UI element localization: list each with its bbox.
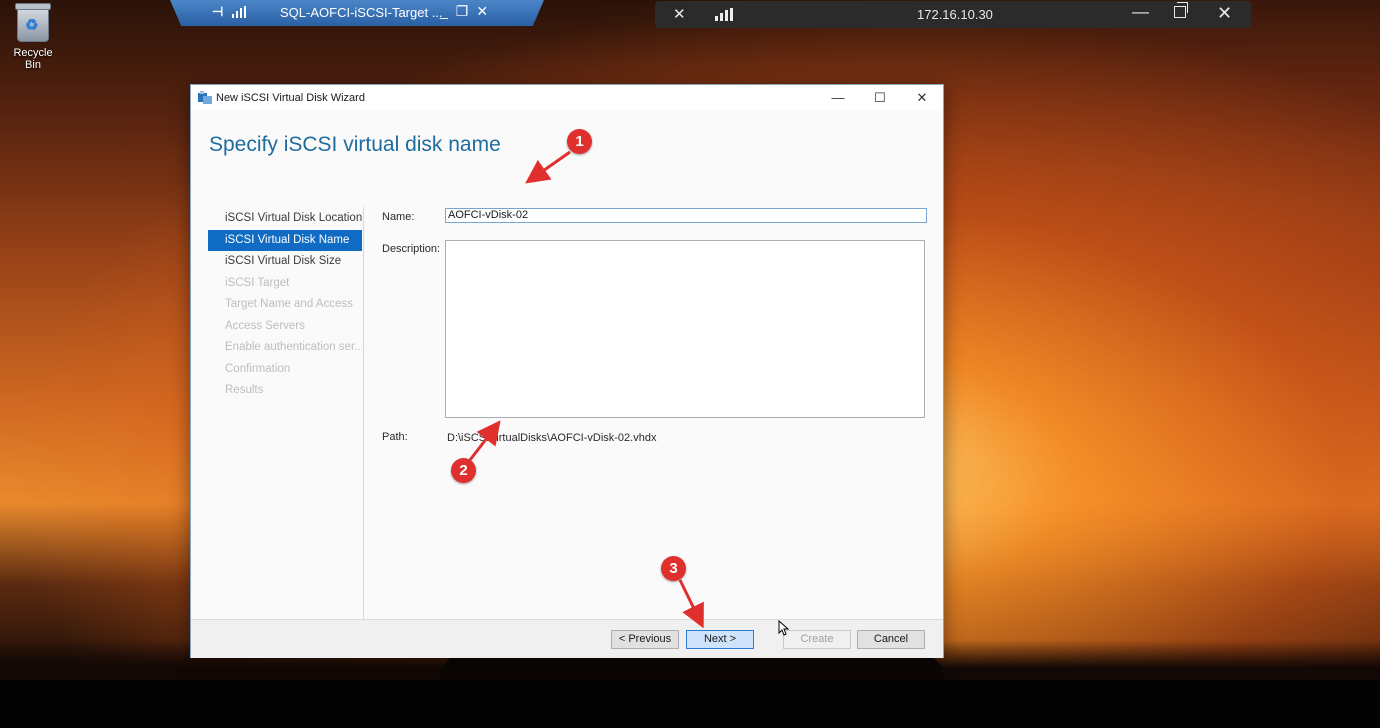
wizard-title-bar[interactable]: New iSCSI Virtual Disk Wizard — ☐ ✕	[191, 85, 943, 111]
unpin-icon[interactable]: ✕	[673, 5, 686, 23]
step-confirmation: Confirmation	[225, 362, 291, 375]
connection-quality-icon[interactable]	[715, 8, 733, 21]
nav-divider	[363, 207, 364, 623]
rdp-window-buttons: _❐✕	[440, 3, 496, 20]
server-manager-icon	[198, 91, 212, 104]
wizard-maximize-button[interactable]: ☐	[859, 87, 901, 109]
description-label: Description:	[382, 243, 441, 255]
annotation-badge-2: 2	[451, 458, 476, 483]
next-button[interactable]: Next >	[686, 630, 754, 649]
cancel-button[interactable]: Cancel	[857, 630, 925, 649]
mouse-cursor-icon	[778, 620, 790, 636]
step-disk-location[interactable]: iSCSI Virtual Disk Location	[208, 208, 362, 230]
wizard-window-title: New iSCSI Virtual Disk Wizard	[216, 92, 365, 104]
recycle-bin-label: Recycle Bin	[13, 47, 53, 71]
rdp-restore-button[interactable]: ❐	[456, 3, 477, 19]
step-iscsi-target: iSCSI Target	[225, 276, 290, 289]
restore-icon[interactable]	[1174, 2, 1188, 18]
recycle-bin-shortcut[interactable]: ♻ Recycle Bin	[4, 3, 62, 71]
pin-icon[interactable]: ⊣	[212, 4, 223, 20]
create-button: Create	[783, 630, 851, 649]
recycle-bin-icon: ♻	[15, 3, 51, 42]
path-value: D:\iSCSIVirtualDisks\AOFCI-vDisk-02.vhdx	[447, 432, 657, 444]
wizard-footer: < Previous Next > Create Cancel	[191, 619, 943, 658]
close-icon[interactable]: ✕	[1217, 3, 1232, 24]
rdp-connection-bar: ⊣ SQL-AOFCI-iSCSI-Target ... _❐✕	[170, 0, 544, 26]
description-field[interactable]	[445, 240, 925, 418]
rdp-title: SQL-AOFCI-iSCSI-Target ...	[280, 5, 443, 20]
wizard-steps-nav: iSCSI Virtual Disk Location iSCSI Virtua…	[208, 208, 362, 402]
step-enable-authentication: Enable authentication ser...	[225, 341, 362, 353]
remote-session-bar: ✕ 172.16.10.30 — ✕	[655, 1, 1251, 28]
rdp-close-button[interactable]: ✕	[476, 3, 496, 19]
path-label: Path:	[382, 431, 408, 443]
step-results: Results	[225, 384, 264, 396]
wizard-minimize-button[interactable]: —	[817, 87, 859, 109]
name-label: Name:	[382, 211, 415, 223]
name-field[interactable]	[445, 208, 927, 223]
previous-button[interactable]: < Previous	[611, 630, 679, 649]
wizard-body: Specify iSCSI virtual disk name iSCSI Vi…	[191, 111, 943, 623]
wizard-close-button[interactable]: ✕	[901, 87, 943, 109]
iscsi-wizard-window: New iSCSI Virtual Disk Wizard — ☐ ✕ Spec…	[190, 84, 944, 658]
step-access-servers: Access Servers	[225, 319, 305, 332]
rdp-minimize-button[interactable]: _	[440, 3, 456, 19]
annotation-badge-1: 1	[567, 129, 592, 154]
remote-ip-address: 172.16.10.30	[917, 7, 993, 22]
page-title: Specify iSCSI virtual disk name	[209, 133, 501, 156]
minimize-icon[interactable]: —	[1132, 2, 1149, 22]
annotation-badge-3: 3	[661, 556, 686, 581]
bottom-black-band	[0, 680, 1380, 728]
signal-icon[interactable]	[232, 6, 246, 18]
step-target-name-access: Target Name and Access	[225, 298, 353, 310]
step-disk-size[interactable]: iSCSI Virtual Disk Size	[208, 251, 362, 273]
step-disk-name[interactable]: iSCSI Virtual Disk Name	[208, 229, 362, 251]
